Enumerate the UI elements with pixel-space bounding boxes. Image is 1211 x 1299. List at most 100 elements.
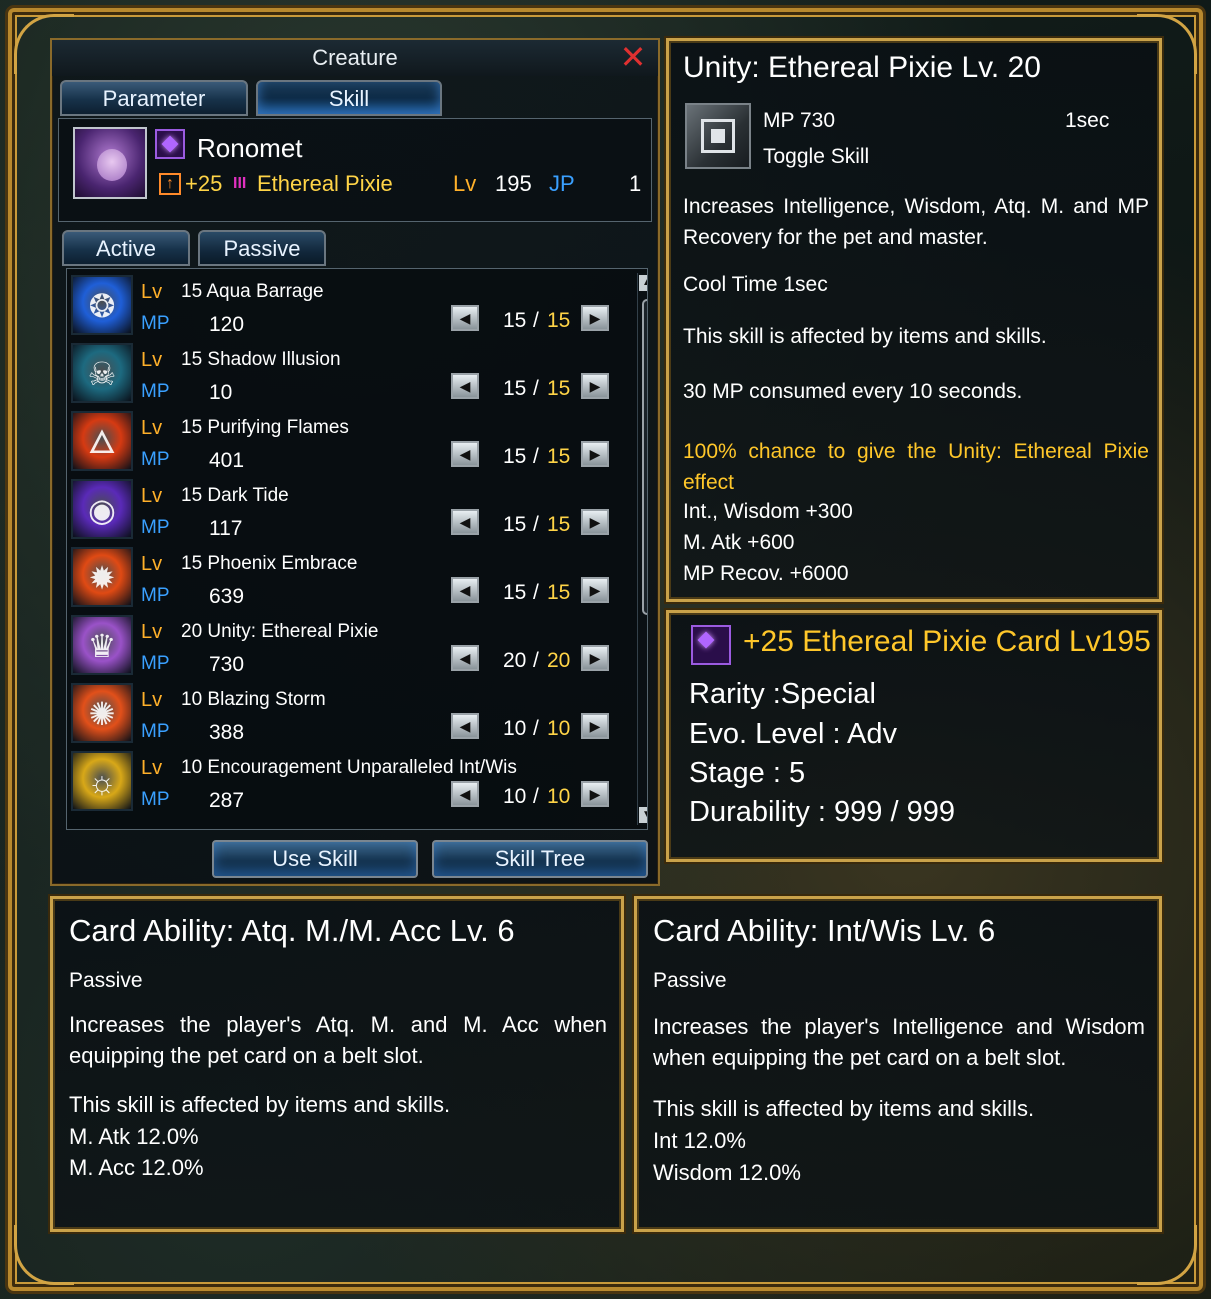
skill-list-scrollbar[interactable]: ▲ ▼ [637,273,647,825]
phoenix-icon[interactable]: ✹ [71,547,133,607]
golden-dragon-icon[interactable]: ☼ [71,751,133,811]
card-rarity: Rarity :Special [689,678,876,710]
skill-current-level: 15 [503,309,527,332]
level-decrease-button[interactable]: ◀ [451,305,479,331]
skill-current-level: 15 [503,377,527,400]
jp-label: JP [549,171,575,196]
skill-level-and-name: 10 Blazing Storm [181,689,326,711]
skill-level-and-name: 20 Unity: Ethereal Pixie [181,621,379,643]
creature-name: Ronomet [197,133,303,163]
window-title: Creature [52,40,658,76]
skill-description: Increases Intelligence, Wisdom, Atq. M. … [683,195,1149,249]
level-decrease-button[interactable]: ◀ [451,509,479,535]
skill-row[interactable]: ♛ Lv 20 Unity: Ethereal Pixie MP 730 ◀ 20 / 20 ▶ [67,613,627,681]
level-increase-button[interactable]: ▶ [581,305,609,331]
skill-current-level: 15 [503,445,527,468]
subtab-active[interactable]: Active [62,230,190,266]
ability-right-description: Increases the player's Intelligence and … [653,1014,1145,1070]
skill-level-and-name: 15 Shadow Illusion [181,349,341,371]
flame-icon[interactable]: 🜂 [71,411,133,471]
scroll-thumb[interactable] [642,299,647,615]
shadow-beast-icon[interactable]: ☠ [71,343,133,403]
skill-mp-label: MP [141,517,170,538]
skill-name: Aqua Barrage [206,281,324,302]
level-increase-button[interactable]: ▶ [581,509,609,535]
level-increase-button[interactable]: ▶ [581,577,609,603]
skill-level-separator: / [533,309,539,332]
fire-burst-icon[interactable]: ✺ [71,683,133,743]
level-value: 195 [495,171,532,196]
creature-type-name: Ethereal Pixie [257,171,393,196]
scroll-up-icon[interactable]: ▲ [639,275,647,291]
skill-level-label: Lv [141,553,163,575]
skill-level: 15 [181,417,203,438]
pixie-portrait-icon[interactable]: ♛ [71,615,133,675]
upgrade-arrow-icon: ↑ [159,173,181,195]
level-increase-button[interactable]: ▶ [581,645,609,671]
skill-row[interactable]: 🜂 Lv 15 Purifying Flames MP 401 ◀ 15 / 15 ▶ [67,409,627,477]
skill-max-level: 15 [547,377,571,400]
skill-tree-button[interactable]: Skill Tree [432,840,648,878]
skill-level: 15 [181,349,203,370]
scroll-down-icon[interactable]: ▼ [639,807,647,823]
skill-row[interactable]: ☼ Lv 10 Encouragement Unparalleled Int/Wis… [67,749,627,817]
skill-row[interactable]: ✹ Lv 15 Phoenix Embrace MP 639 ◀ 15 / 15 ▶ [67,545,627,613]
card-durability: Durability : 999 / 999 [689,796,955,828]
skill-tooltip: Unity: Ethereal Pixie Lv. 20 MP 730 1sec… [666,38,1162,602]
close-icon[interactable]: ✕ [618,41,648,73]
skill-max-level: 15 [547,513,571,536]
skill-level-label: Lv [141,417,163,439]
skill-max-level: 15 [547,581,571,604]
level-decrease-button[interactable]: ◀ [451,781,479,807]
skill-current-level: 15 [503,581,527,604]
subtab-passive[interactable]: Passive [198,230,326,266]
level-increase-button[interactable]: ▶ [581,713,609,739]
skill-cast-time: 1sec [1065,109,1110,132]
ability-right-stat-wisdom: Wisdom 12.0% [653,1160,801,1185]
skill-row[interactable]: ✺ Lv 10 Blazing Storm MP 388 ◀ 10 / 10 ▶ [67,681,627,749]
card-tooltip: +25 Ethereal Pixie Card Lv195 Rarity :Sp… [666,610,1162,862]
tab-parameter[interactable]: Parameter [60,80,248,116]
ability-left-affected-note: This skill is affected by items and skil… [69,1092,451,1117]
skill-row[interactable]: ❂ Lv 15 Aqua Barrage MP 120 ◀ 15 / 15 ▶ [67,273,627,341]
skill-current-level: 20 [503,649,527,672]
water-spell-icon[interactable]: ❂ [71,275,133,335]
skill-row[interactable]: ☠ Lv 15 Shadow Illusion MP 10 ◀ 15 / 15 ▶ [67,341,627,409]
use-skill-button[interactable]: Use Skill [212,840,418,878]
ability-left-title: Card Ability: Atq. M./M. Acc Lv. 6 [69,913,515,948]
skill-level-and-name: 15 Aqua Barrage [181,281,324,303]
skill-level: 15 [181,553,203,574]
skill-name: Blazing Storm [207,689,326,710]
level-decrease-button[interactable]: ◀ [451,713,479,739]
ability-left-stat-matk: M. Atk 12.0% [69,1124,199,1149]
skill-level-separator: / [533,785,539,808]
skill-level-label: Lv [141,485,163,507]
skill-level-separator: / [533,445,539,468]
level-decrease-button[interactable]: ◀ [451,373,479,399]
skill-name: Phoenix Embrace [207,553,358,574]
level-decrease-button[interactable]: ◀ [451,577,479,603]
skill-level-and-name: 10 Encouragement Unparalleled Int/Wis [181,757,517,779]
skill-tooltip-title: Unity: Ethereal Pixie Lv. 20 [683,51,1041,84]
level-increase-button[interactable]: ▶ [581,441,609,467]
level-increase-button[interactable]: ▶ [581,373,609,399]
skill-row[interactable]: ◉ Lv 15 Dark Tide MP 117 ◀ 15 / 15 ▶ [67,477,627,545]
level-decrease-button[interactable]: ◀ [451,645,479,671]
level-increase-button[interactable]: ▶ [581,781,609,807]
creature-portrait-avatar [73,127,147,199]
grade-icon: III [233,175,247,192]
skill-name: Shadow Illusion [207,349,341,370]
creature-window: Creature ✕ Parameter Skill Ronomet ↑ +25… [50,38,660,886]
skill-name: Dark Tide [207,485,289,506]
level-decrease-button[interactable]: ◀ [451,441,479,467]
vortex-icon[interactable]: ◉ [71,479,133,539]
skill-level: 10 [181,689,203,710]
skill-mp-label: MP [141,721,170,742]
skill-mp-value: 639 [209,585,245,608]
skill-stat-mprecov: MP Recov. +6000 [683,562,849,585]
skill-level-and-name: 15 Purifying Flames [181,417,349,439]
skill-mp-cost: MP 730 [763,109,835,132]
tab-skill[interactable]: Skill [256,80,442,116]
skill-level: 15 [181,485,203,506]
skill-list: ☼ Lv 10 Encouragement Unparalleled Int/Wis… [66,268,648,830]
